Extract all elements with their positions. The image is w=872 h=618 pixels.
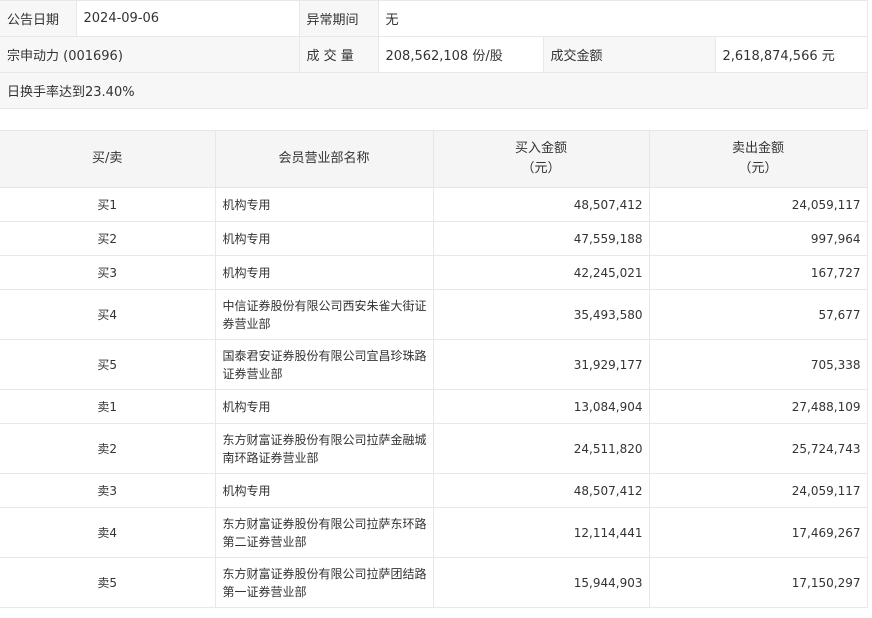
row-sell-amount: 17,150,297 bbox=[648, 557, 868, 608]
row-branch-line2: 南环路证券营业部 bbox=[222, 450, 319, 465]
table-row: 买3 机构专用 42,245,021 167,727 bbox=[0, 255, 868, 290]
stock-info-table: 公告日期 2024-09-06 异常期间 无 宗申动力 (001696) 成 交… bbox=[0, 0, 868, 109]
row-buy-amount: 47,559,188 bbox=[432, 221, 650, 256]
info-row-date: 公告日期 2024-09-06 异常期间 无 bbox=[0, 0, 868, 37]
header-buy-amount-unit: （元） bbox=[521, 161, 561, 176]
row-buy-amount: 12,114,441 bbox=[432, 507, 650, 558]
row-sell-amount: 167,727 bbox=[648, 255, 868, 290]
row-branch-line1: 东方财富证券股份有限公司拉萨金融城 bbox=[222, 432, 427, 447]
row-branch-name: 机构专用 bbox=[214, 221, 434, 256]
table-row: 卖4 东方财富证券股份有限公司拉萨东环路 第二证券营业部 12,114,441 … bbox=[0, 507, 868, 558]
row-sell-amount: 705,338 bbox=[648, 339, 868, 390]
row-buy-amount: 42,245,021 bbox=[432, 255, 650, 290]
row-buy-amount: 31,929,177 bbox=[432, 339, 650, 390]
table-row: 卖2 东方财富证券股份有限公司拉萨金融城 南环路证券营业部 24,511,820… bbox=[0, 423, 868, 474]
row-side: 卖3 bbox=[0, 473, 216, 508]
announce-date-value: 2024-09-06 bbox=[75, 0, 300, 37]
header-sell-amount: 卖出金额 （元） bbox=[648, 130, 868, 188]
info-row-reason: 日换手率达到23.40% bbox=[0, 72, 868, 109]
header-branch-name: 会员营业部名称 bbox=[214, 130, 434, 188]
row-buy-amount: 13,084,904 bbox=[432, 389, 650, 424]
row-sell-amount: 997,964 bbox=[648, 221, 868, 256]
header-side: 买/卖 bbox=[0, 130, 216, 188]
abnormal-period-label: 异常期间 bbox=[298, 0, 379, 37]
row-side: 买3 bbox=[0, 255, 216, 290]
abnormal-period-value: 无 bbox=[377, 0, 868, 37]
row-buy-amount: 15,944,903 bbox=[432, 557, 650, 608]
info-row-volume: 宗申动力 (001696) 成 交 量 208,562,108 份/股 成交金额… bbox=[0, 36, 868, 73]
row-buy-amount: 48,507,412 bbox=[432, 473, 650, 508]
row-branch-name: 机构专用 bbox=[214, 389, 434, 424]
row-side: 卖2 bbox=[0, 423, 216, 474]
amount-label: 成交金额 bbox=[542, 36, 716, 73]
table-header-row: 买/卖 会员营业部名称 买入金额 （元） 卖出金额 （元） bbox=[0, 130, 868, 188]
header-buy-amount-title: 买入金额 bbox=[514, 141, 567, 156]
row-sell-amount: 25,724,743 bbox=[648, 423, 868, 474]
row-branch-line2: 券营业部 bbox=[222, 316, 271, 331]
row-sell-amount: 17,469,267 bbox=[648, 507, 868, 558]
row-branch-line1: 中信证券股份有限公司西安朱雀大街证 bbox=[222, 298, 427, 313]
row-branch-line1: 东方财富证券股份有限公司拉萨东环路 bbox=[222, 516, 427, 531]
header-sell-amount-title: 卖出金额 bbox=[731, 141, 784, 156]
row-branch-name: 东方财富证券股份有限公司拉萨团结路 第一证券营业部 bbox=[214, 557, 434, 608]
listing-reason: 日换手率达到23.40% bbox=[0, 72, 868, 109]
row-sell-amount: 57,677 bbox=[648, 289, 868, 340]
broker-trades-table: 买/卖 会员营业部名称 买入金额 （元） 卖出金额 （元） 买1 机构专用 48… bbox=[0, 130, 868, 608]
row-side: 买1 bbox=[0, 187, 216, 222]
row-branch-name: 国泰君安证券股份有限公司宜昌珍珠路 证券营业部 bbox=[214, 339, 434, 390]
row-side: 买2 bbox=[0, 221, 216, 256]
row-branch-name: 机构专用 bbox=[214, 473, 434, 508]
row-branch-name: 机构专用 bbox=[214, 187, 434, 222]
row-branch-line1: 机构专用 bbox=[222, 483, 271, 498]
table-row: 买1 机构专用 48,507,412 24,059,117 bbox=[0, 187, 868, 222]
volume-value: 208,562,108 份/股 bbox=[377, 36, 544, 73]
table-row: 买4 中信证券股份有限公司西安朱雀大街证 券营业部 35,493,580 57,… bbox=[0, 289, 868, 340]
row-branch-line1: 机构专用 bbox=[222, 265, 271, 280]
stock-name: 宗申动力 (001696) bbox=[0, 36, 300, 73]
row-buy-amount: 48,507,412 bbox=[432, 187, 650, 222]
row-branch-name: 机构专用 bbox=[214, 255, 434, 290]
row-sell-amount: 24,059,117 bbox=[648, 187, 868, 222]
row-branch-line1: 国泰君安证券股份有限公司宜昌珍珠路 bbox=[222, 348, 427, 363]
table-row: 卖3 机构专用 48,507,412 24,059,117 bbox=[0, 473, 868, 508]
row-buy-amount: 24,511,820 bbox=[432, 423, 650, 474]
header-sell-amount-unit: （元） bbox=[738, 161, 778, 176]
volume-label: 成 交 量 bbox=[298, 36, 379, 73]
row-branch-name: 东方财富证券股份有限公司拉萨东环路 第二证券营业部 bbox=[214, 507, 434, 558]
row-branch-line1: 机构专用 bbox=[222, 399, 271, 414]
amount-value: 2,618,874,566 元 bbox=[714, 36, 868, 73]
row-buy-amount: 35,493,580 bbox=[432, 289, 650, 340]
row-sell-amount: 27,488,109 bbox=[648, 389, 868, 424]
row-side: 买4 bbox=[0, 289, 216, 340]
table-row: 卖5 东方财富证券股份有限公司拉萨团结路 第一证券营业部 15,944,903 … bbox=[0, 557, 868, 608]
row-branch-line1: 东方财富证券股份有限公司拉萨团结路 bbox=[222, 566, 427, 581]
row-branch-name: 中信证券股份有限公司西安朱雀大街证 券营业部 bbox=[214, 289, 434, 340]
row-branch-line1: 机构专用 bbox=[222, 197, 271, 212]
row-branch-line2: 第一证券营业部 bbox=[222, 584, 307, 599]
table-row: 买2 机构专用 47,559,188 997,964 bbox=[0, 221, 868, 256]
row-branch-name: 东方财富证券股份有限公司拉萨金融城 南环路证券营业部 bbox=[214, 423, 434, 474]
row-side: 买5 bbox=[0, 339, 216, 390]
table-row: 买5 国泰君安证券股份有限公司宜昌珍珠路 证券营业部 31,929,177 70… bbox=[0, 339, 868, 390]
row-sell-amount: 24,059,117 bbox=[648, 473, 868, 508]
announce-date-label: 公告日期 bbox=[0, 0, 77, 37]
header-buy-amount: 买入金额 （元） bbox=[432, 130, 650, 188]
row-branch-line2: 第二证券营业部 bbox=[222, 534, 307, 549]
row-branch-line2: 证券营业部 bbox=[222, 366, 283, 381]
row-side: 卖4 bbox=[0, 507, 216, 558]
row-branch-line1: 机构专用 bbox=[222, 231, 271, 246]
table-row: 卖1 机构专用 13,084,904 27,488,109 bbox=[0, 389, 868, 424]
row-side: 卖5 bbox=[0, 557, 216, 608]
row-side: 卖1 bbox=[0, 389, 216, 424]
